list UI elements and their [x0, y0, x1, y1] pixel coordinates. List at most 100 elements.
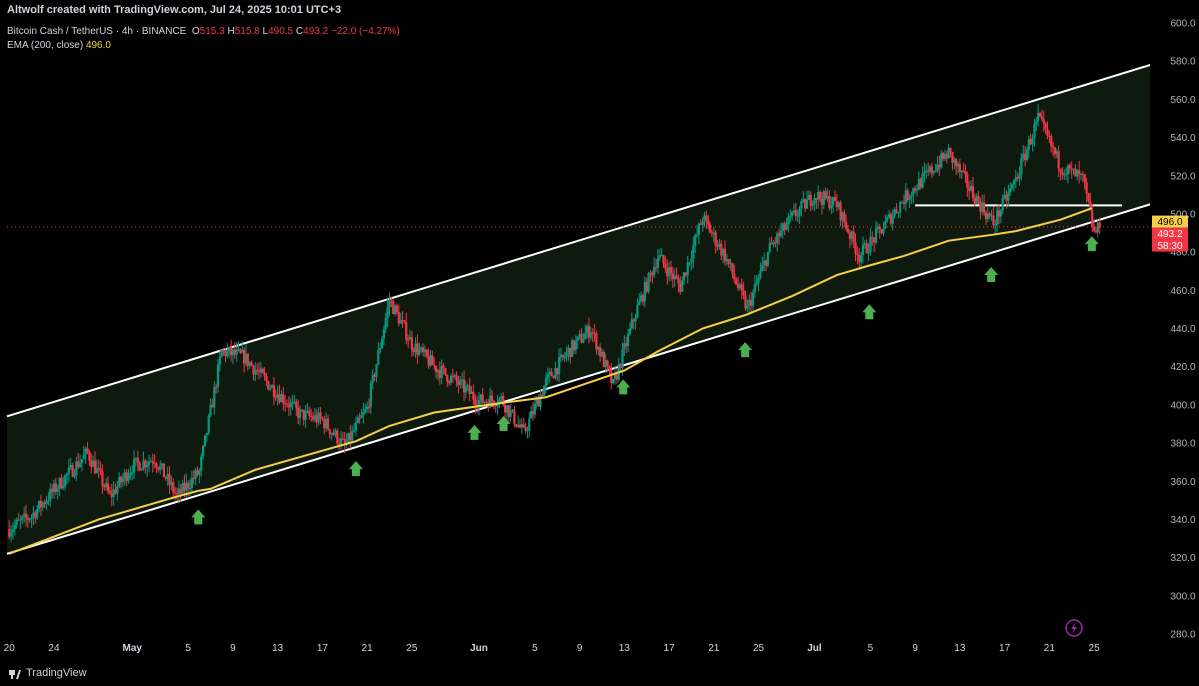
ema-legend[interactable]: EMA (200, close) 496.0 — [7, 40, 111, 51]
candle-body — [845, 222, 848, 229]
candle-body — [899, 202, 902, 213]
candle-body — [220, 349, 223, 358]
candle-body — [418, 349, 421, 355]
candle-body — [871, 236, 874, 239]
candle-body — [690, 258, 693, 263]
candle-body — [326, 418, 330, 430]
candle-body — [446, 374, 449, 382]
candle-body — [533, 404, 536, 415]
candle-body — [543, 385, 546, 396]
price-tick-label: 520.0 — [1170, 171, 1195, 182]
candle-body — [455, 375, 458, 382]
candle-body — [805, 199, 809, 209]
candle-body — [653, 266, 656, 276]
price-tick-label: 600.0 — [1170, 19, 1195, 30]
candle-body — [733, 273, 736, 280]
candle-body — [513, 409, 516, 425]
candle-body — [1033, 123, 1036, 139]
candle-body — [558, 356, 561, 375]
candle-body — [677, 278, 680, 284]
candle-body — [198, 470, 201, 475]
candle-body — [874, 228, 878, 243]
time-tick-label: 13 — [619, 643, 631, 654]
candle-body — [30, 516, 33, 520]
candle-body — [791, 211, 794, 216]
candle-body — [1085, 182, 1088, 194]
candle-body — [384, 317, 387, 330]
open-value: 515.3 — [199, 26, 225, 37]
candle-body — [751, 292, 755, 306]
candle-body — [707, 219, 710, 225]
candle-body — [740, 284, 743, 291]
candle-body — [1057, 151, 1060, 169]
candle-body — [304, 411, 307, 421]
candle-body — [1046, 129, 1049, 136]
candle-body — [688, 262, 691, 264]
candle-body — [1009, 188, 1012, 193]
candle-body — [136, 457, 139, 463]
candle-body — [621, 348, 624, 368]
candle-body — [1059, 168, 1062, 173]
time-tick-label: 9 — [577, 643, 583, 654]
candle-body — [24, 513, 28, 518]
credit-text: Altwolf created with TradingView.com, Ju… — [7, 4, 342, 16]
price-tag-label: 496.0 — [1157, 217, 1182, 228]
candle-body — [481, 394, 484, 403]
candle-body — [403, 320, 406, 323]
candle-body — [433, 365, 436, 367]
candle-body — [395, 305, 399, 312]
candle-body — [213, 386, 216, 408]
candle-body — [263, 373, 266, 377]
candle-body — [746, 305, 749, 309]
candle-body — [528, 418, 531, 431]
candle-body — [218, 357, 221, 365]
time-tick-label: 21 — [708, 643, 720, 654]
price-chart[interactable]: 280.0 300.0 320.0 340.0 360.0 380.0 400.0 420.0… — [0, 0, 1199, 686]
candle-body — [375, 364, 378, 378]
time-tick-label: May — [123, 643, 143, 654]
price-tick-label: 560.0 — [1170, 95, 1195, 106]
candle-body — [809, 195, 812, 206]
footer-brand[interactable]: TradingView — [10, 667, 87, 679]
candle-body — [351, 430, 354, 441]
candle-body — [636, 305, 639, 318]
candle-body — [289, 402, 292, 408]
candle-body — [565, 352, 568, 357]
time-tick-label: 21 — [1044, 643, 1056, 654]
candle-body — [1035, 120, 1038, 124]
candle-body — [669, 267, 673, 274]
candle-body — [1087, 193, 1090, 202]
candle-body — [474, 399, 477, 405]
candle-body — [818, 191, 822, 199]
candle-body — [958, 163, 961, 172]
candle-body — [449, 375, 453, 383]
symbol-legend[interactable]: Bitcoin Cash / TetherUS · 4h · BINANCE O… — [7, 26, 400, 37]
candle-body — [386, 307, 389, 318]
time-tick-label: 5 — [868, 643, 874, 654]
candle-body — [908, 197, 911, 200]
price-tick-label: 440.0 — [1170, 324, 1195, 335]
candle-body — [88, 451, 91, 461]
candle-body — [766, 251, 769, 266]
price-tick-label: 380.0 — [1170, 439, 1195, 450]
candle-body — [250, 362, 253, 366]
candle-body — [1078, 170, 1081, 175]
candle-body — [472, 391, 475, 400]
candle-body — [1007, 192, 1010, 201]
candle-body — [697, 223, 701, 235]
candle-body — [662, 255, 665, 264]
candle-body — [891, 215, 894, 224]
candle-body — [708, 224, 712, 233]
time-tick-label: 25 — [753, 643, 765, 654]
ema-label: EMA (200, close) — [7, 40, 84, 51]
candle-body — [336, 430, 339, 444]
high-label: H — [227, 26, 235, 37]
time-tick-label: 13 — [272, 643, 284, 654]
candle-body — [628, 328, 632, 334]
time-tick-label: 24 — [48, 643, 60, 654]
candle-body — [282, 394, 285, 404]
time-tick-label: 17 — [317, 643, 329, 654]
candle-body — [407, 339, 410, 341]
candle-body — [539, 394, 542, 407]
time-tick-label: 9 — [230, 643, 236, 654]
